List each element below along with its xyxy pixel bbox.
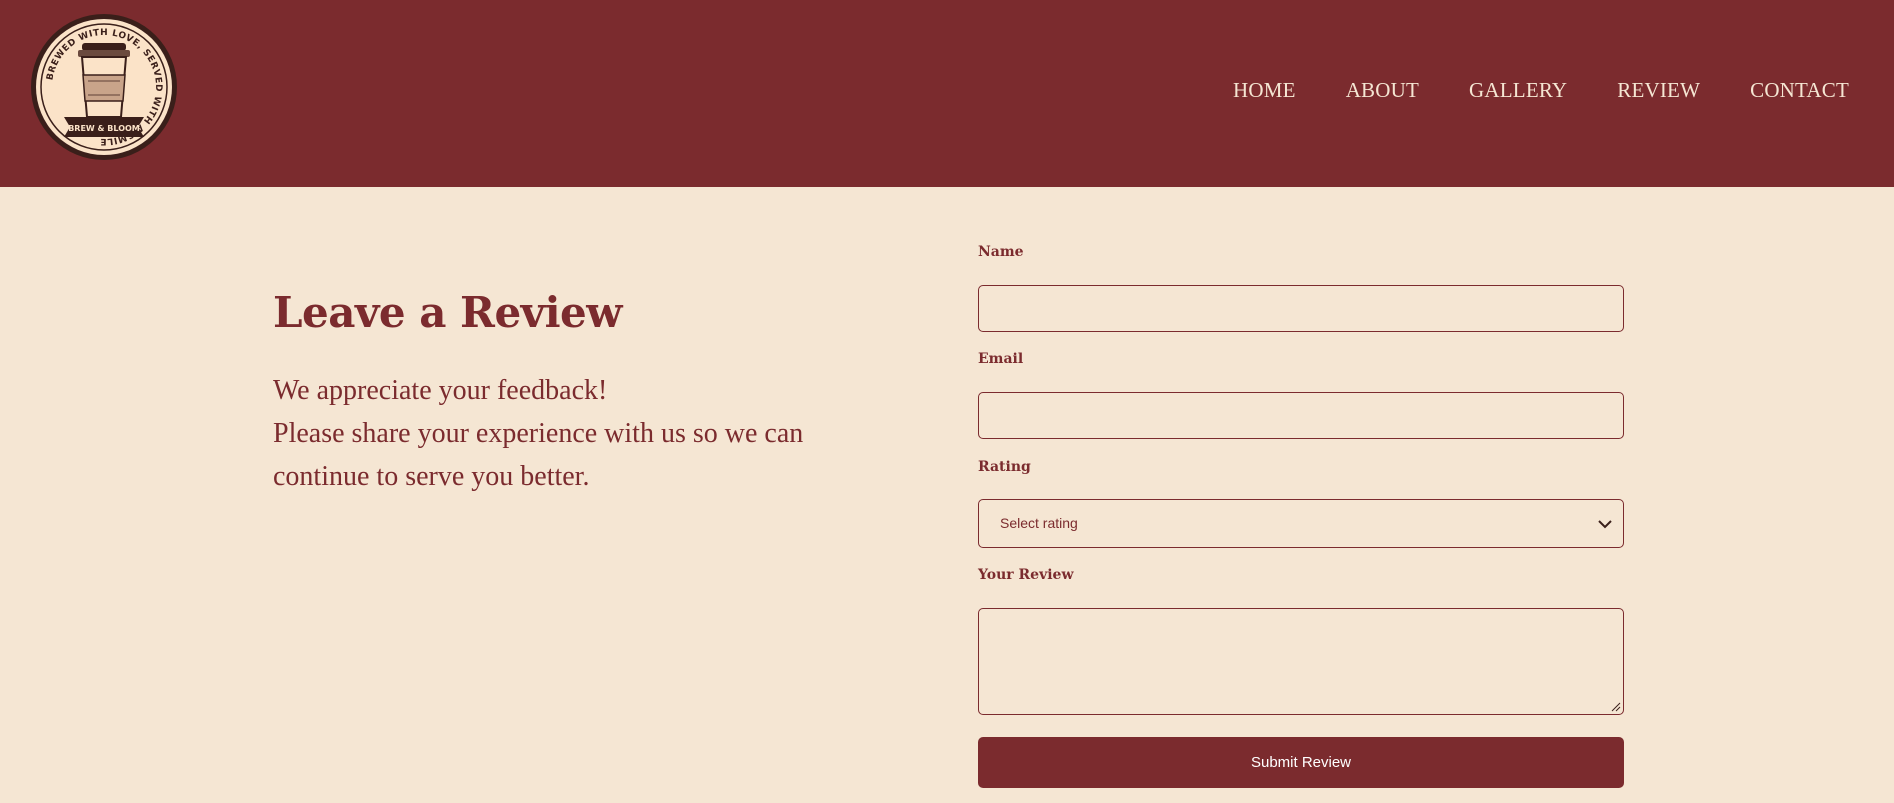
review-intro: Leave a Review We appreciate your feedba… bbox=[273, 285, 873, 498]
resize-handle-icon[interactable] bbox=[1610, 701, 1621, 712]
rating-select[interactable]: Select rating bbox=[978, 499, 1624, 548]
intro-line-3: continue to serve you better. bbox=[273, 461, 590, 492]
submit-review-button[interactable]: Submit Review bbox=[978, 737, 1624, 788]
intro-line-1: We appreciate your feedback! bbox=[273, 375, 608, 406]
intro-text: We appreciate your feedback! Please shar… bbox=[273, 369, 873, 498]
email-field[interactable] bbox=[978, 392, 1624, 439]
main-nav: HOME ABOUT GALLERY REVIEW CONTACT bbox=[1233, 78, 1849, 103]
review-textarea[interactable] bbox=[978, 608, 1624, 715]
page-title: Leave a Review bbox=[273, 288, 622, 337]
brand-logo[interactable]: BREWED WITH LOVE, SERVED WITH A SMILE BR… bbox=[30, 13, 178, 161]
coffee-cup-icon: BREWED WITH LOVE, SERVED WITH A SMILE BR… bbox=[31, 14, 177, 160]
review-label: Your Review bbox=[978, 567, 1074, 583]
site-header: BREWED WITH LOVE, SERVED WITH A SMILE BR… bbox=[0, 0, 1894, 187]
email-label: Email bbox=[978, 351, 1024, 367]
name-label: Name bbox=[978, 244, 1024, 260]
nav-about[interactable]: ABOUT bbox=[1346, 78, 1419, 103]
name-field[interactable] bbox=[978, 285, 1624, 332]
nav-gallery[interactable]: GALLERY bbox=[1469, 78, 1567, 103]
intro-line-2: Please share your experience with us so … bbox=[273, 418, 804, 449]
rating-label: Rating bbox=[978, 459, 1031, 475]
logo-banner-text: BREW & BLOOM bbox=[68, 124, 140, 133]
nav-contact[interactable]: CONTACT bbox=[1750, 78, 1849, 103]
nav-review[interactable]: REVIEW bbox=[1617, 78, 1700, 103]
nav-home[interactable]: HOME bbox=[1233, 78, 1296, 103]
chevron-down-icon bbox=[1598, 520, 1612, 529]
rating-select-value: Select rating bbox=[1000, 515, 1078, 531]
